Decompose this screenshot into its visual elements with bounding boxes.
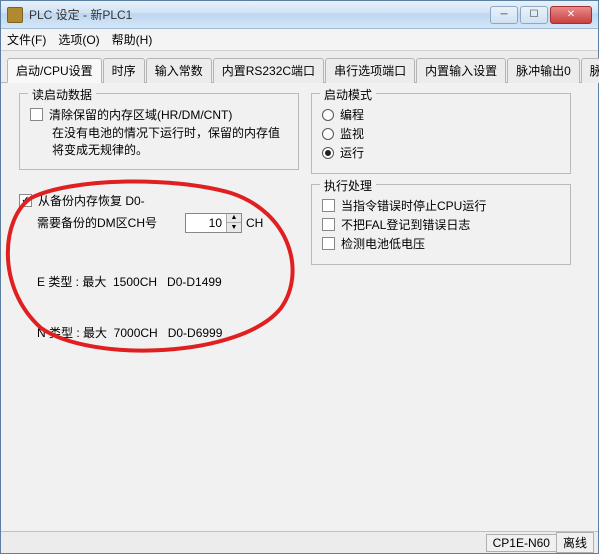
- checkbox-no-fal-label: 不把FAL登记到错误日志: [341, 216, 470, 233]
- radio-monitor-label: 监视: [340, 125, 364, 142]
- backup-dm-ch-label: 需要备份的DM区CH号: [37, 214, 157, 231]
- group-startup-mode: 启动模式 编程 监视 运行: [311, 93, 571, 174]
- spinner-up-icon[interactable]: ▲: [227, 214, 241, 223]
- close-button[interactable]: ✕: [550, 6, 592, 24]
- backup-dm-ch-input[interactable]: [186, 214, 226, 232]
- tab-more[interactable]: 脉: [581, 58, 599, 83]
- type-n-info: N 类型 : 最大 7000CH D0-D6999: [37, 325, 289, 342]
- group-execution: 执行处理 当指令错误时停止CPU运行 不把FAL登记到错误日志 检测电池低电压: [311, 184, 571, 265]
- status-model: CP1E-N60: [486, 534, 557, 552]
- group-read-startup: 读启动数据 清除保留的内存区域(HR/DM/CNT) 在没有电池的情况下运行时，…: [19, 93, 299, 170]
- group-restore: ✓ 从备份内存恢复 D0- 需要备份的DM区CH号 ▲ ▼ CH: [19, 180, 299, 385]
- radio-program-label: 编程: [340, 106, 364, 123]
- checkbox-stop-on-err-label: 当指令错误时停止CPU运行: [341, 197, 486, 214]
- checkbox-detect-low-battery[interactable]: [322, 237, 335, 250]
- spinner-down-icon[interactable]: ▼: [227, 223, 241, 232]
- radio-run-mode[interactable]: [322, 147, 334, 159]
- tab-timing[interactable]: 时序: [103, 58, 145, 83]
- backup-dm-ch-unit: CH: [246, 216, 263, 230]
- radio-program-mode[interactable]: [322, 109, 334, 121]
- checkbox-stop-on-instruction-error[interactable]: [322, 199, 335, 212]
- checkbox-low-batt-label: 检测电池低电压: [341, 235, 425, 252]
- retain-note: 在没有电池的情况下运行时，保留的内存值将变成无规律的。: [52, 125, 288, 159]
- group-startup-mode-legend: 启动模式: [320, 86, 376, 103]
- checkbox-clear-retain[interactable]: [30, 108, 43, 121]
- tabstrip: 启动/CPU设置 时序 输入常数 内置RS232C端口 串行选项端口 内置输入设…: [1, 51, 598, 83]
- app-icon: [7, 7, 23, 23]
- group-execution-legend: 执行处理: [320, 177, 376, 194]
- menubar: 文件(F) 选项(O) 帮助(H): [1, 29, 598, 51]
- tab-startup-cpu[interactable]: 启动/CPU设置: [7, 58, 102, 83]
- app-window: PLC 设定 - 新PLC1 ─ ☐ ✕ 文件(F) 选项(O) 帮助(H) 启…: [0, 0, 599, 554]
- tab-serial-option-port[interactable]: 串行选项端口: [325, 58, 415, 83]
- tab-panel: 读启动数据 清除保留的内存区域(HR/DM/CNT) 在没有电池的情况下运行时，…: [1, 83, 598, 531]
- tab-rs232c-port[interactable]: 内置RS232C端口: [213, 58, 324, 83]
- tab-builtin-input[interactable]: 内置输入设置: [416, 58, 506, 83]
- window-title: PLC 设定 - 新PLC1: [29, 6, 490, 23]
- checkbox-restore-label: 从备份内存恢复 D0-: [38, 192, 145, 209]
- tab-pulse-output-0[interactable]: 脉冲输出0: [507, 58, 580, 83]
- menu-file[interactable]: 文件(F): [7, 31, 46, 48]
- radio-run-label: 运行: [340, 144, 364, 161]
- radio-monitor-mode[interactable]: [322, 128, 334, 140]
- menu-help[interactable]: 帮助(H): [112, 31, 153, 48]
- tab-input-const[interactable]: 输入常数: [146, 58, 212, 83]
- titlebar: PLC 设定 - 新PLC1 ─ ☐ ✕: [1, 1, 598, 29]
- group-read-startup-legend: 读启动数据: [28, 86, 96, 103]
- menu-options[interactable]: 选项(O): [58, 31, 99, 48]
- checkbox-clear-retain-label: 清除保留的内存区域(HR/DM/CNT): [49, 106, 232, 123]
- minimize-button[interactable]: ─: [490, 6, 518, 24]
- checkbox-restore-from-backup[interactable]: ✓: [19, 194, 32, 207]
- status-connection: 离线: [556, 532, 594, 553]
- backup-dm-ch-spinner[interactable]: ▲ ▼: [185, 213, 242, 233]
- checkbox-no-fal-to-log[interactable]: [322, 218, 335, 231]
- statusbar: CP1E-N60 离线: [1, 531, 598, 553]
- maximize-button[interactable]: ☐: [520, 6, 548, 24]
- type-e-info: E 类型 : 最大 1500CH D0-D1499: [37, 274, 289, 291]
